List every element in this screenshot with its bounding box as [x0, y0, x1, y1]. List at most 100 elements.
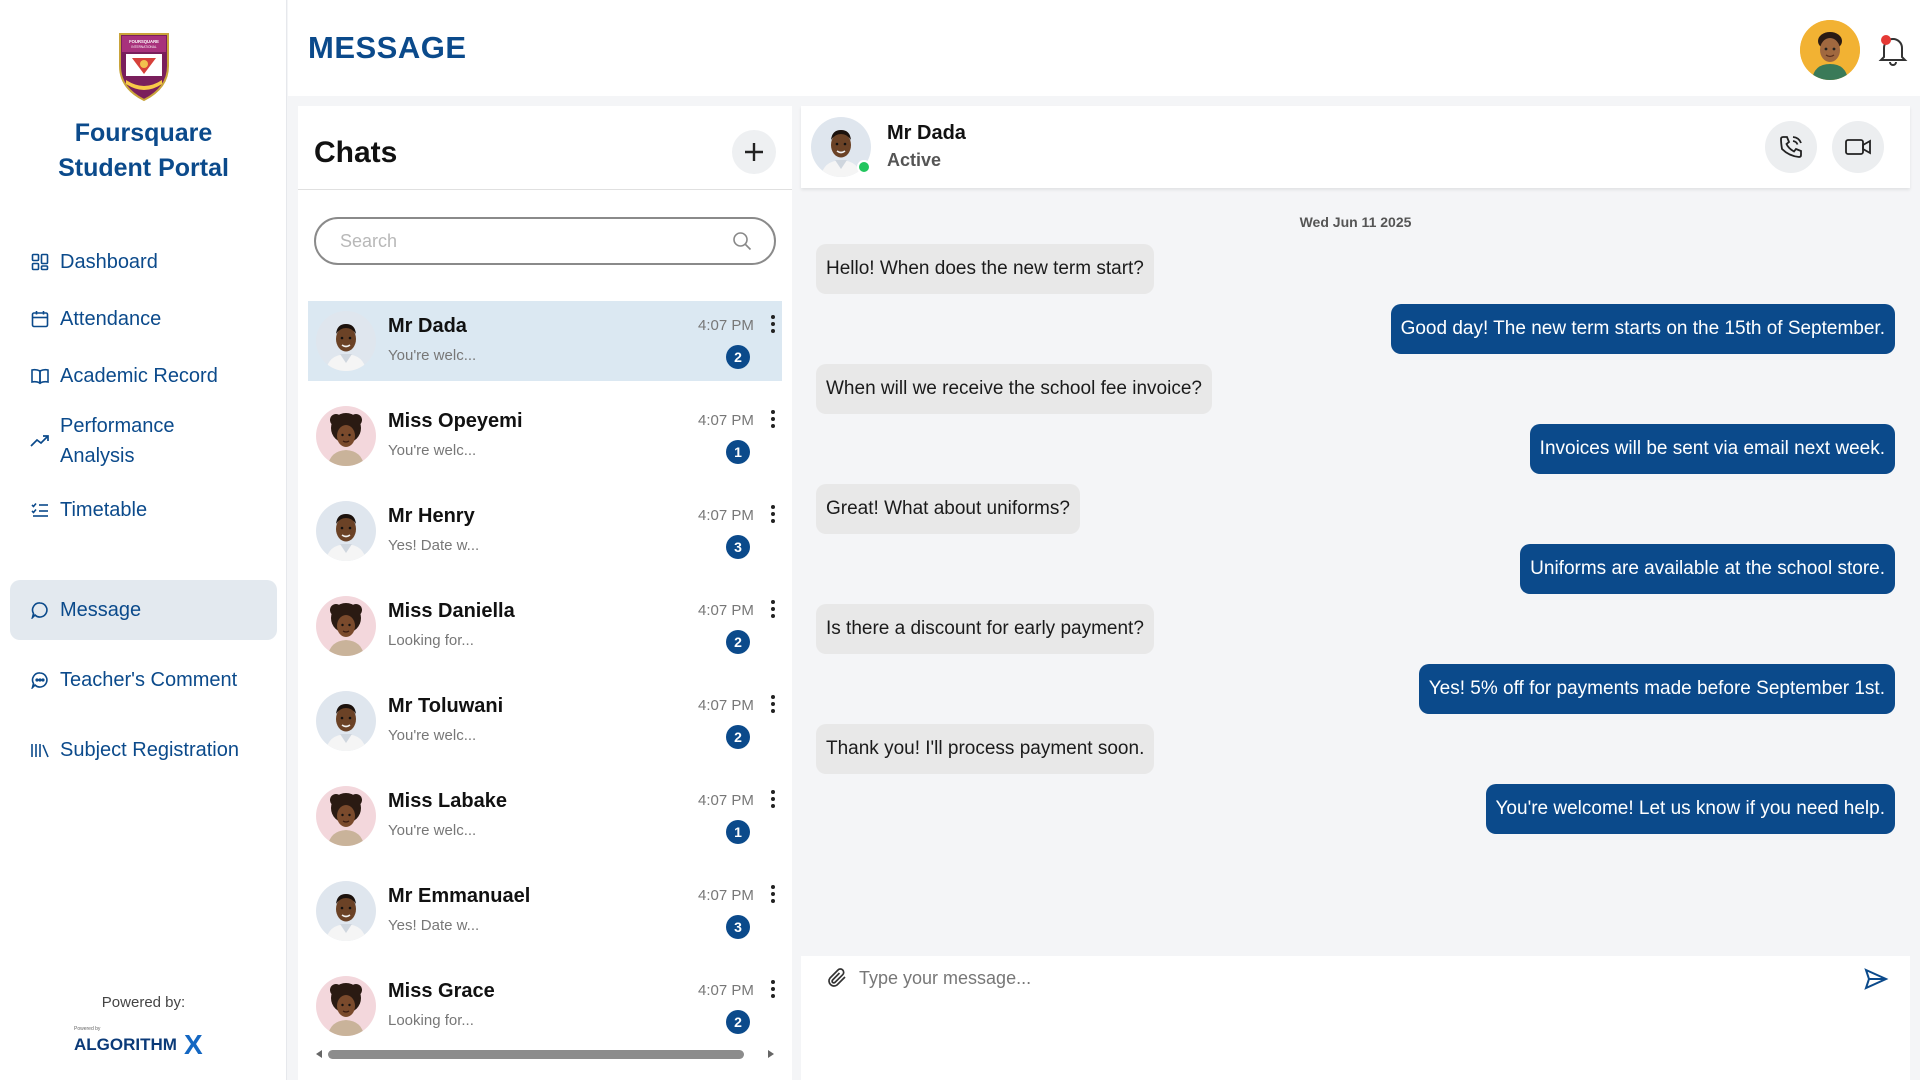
library-icon [30, 740, 50, 760]
chat-list-item[interactable]: Mr Dada You're welc... 4:07 PM 2 [308, 301, 782, 381]
sidebar-item-teachers-comment[interactable]: Teacher's Comment [10, 650, 277, 710]
chat-preview: You're welc... [388, 822, 477, 839]
chat-list-item[interactable]: Miss Daniella Looking for... 4:07 PM 2 [308, 586, 782, 666]
more-vertical-icon[interactable] [768, 408, 778, 430]
sidebar-item-label: Performance Analysis [60, 411, 175, 471]
more-vertical-icon[interactable] [768, 598, 778, 620]
book-open-icon [30, 366, 50, 386]
phone-call-icon [1780, 136, 1802, 158]
sidebar-item-message[interactable]: Message [10, 580, 277, 640]
message-incoming: When will we receive the school fee invo… [816, 364, 1212, 414]
message-incoming: Thank you! I'll process payment soon. [816, 724, 1155, 774]
unread-badge: 2 [726, 345, 750, 369]
unread-badge: 2 [726, 725, 750, 749]
unread-badge: 2 [726, 1010, 750, 1034]
chat-time: 4:07 PM [698, 602, 754, 619]
school-crest-logo: FOURSQUARE INTERNATIONAL [119, 33, 169, 102]
send-icon[interactable] [1863, 966, 1889, 992]
scroll-left-arrow-icon[interactable] [314, 1049, 324, 1059]
unread-badge: 1 [726, 820, 750, 844]
chat-contact-name: Miss Labake [388, 790, 507, 812]
search-icon[interactable] [732, 231, 752, 251]
user-avatar[interactable] [1800, 20, 1860, 80]
message-outgoing: Good day! The new term starts on the 15t… [1390, 304, 1895, 354]
comment-dots-icon [30, 670, 50, 690]
message-outgoing: Uniforms are available at the school sto… [1520, 544, 1895, 594]
chat-preview: You're welc... [388, 442, 477, 459]
more-vertical-icon[interactable] [768, 788, 778, 810]
video-camera-icon [1845, 139, 1871, 155]
online-status-dot [857, 160, 871, 174]
chat-contact-name: Mr Henry [388, 505, 475, 527]
more-vertical-icon[interactable] [768, 883, 778, 905]
chat-time: 4:07 PM [698, 507, 754, 524]
chats-panel: Chats Mr Dada You're welc... 4:07 PM 2 M… [298, 106, 792, 1080]
chat-time: 4:07 PM [698, 792, 754, 809]
more-vertical-icon[interactable] [768, 693, 778, 715]
chat-contact-name: Miss Opeyemi [388, 410, 523, 432]
powered-by-label: Powered by: [101, 994, 186, 1011]
chat-list-item[interactable]: Mr Emmanuael Yes! Date w... 4:07 PM 3 [308, 871, 782, 951]
avatar [316, 501, 376, 561]
message-input[interactable] [859, 962, 1819, 994]
sidebar-item-label-line1: Performance [60, 415, 175, 437]
video-call-button[interactable] [1832, 121, 1884, 173]
sidebar: FOURSQUARE INTERNATIONAL Foursquare Stud… [0, 0, 287, 1080]
chat-preview: Yes! Date w... [388, 537, 480, 554]
more-vertical-icon[interactable] [768, 503, 778, 525]
avatar [316, 786, 376, 846]
chat-list-item[interactable]: Mr Henry Yes! Date w... 4:07 PM 3 [308, 491, 782, 571]
chat-list-item[interactable]: Miss Grace Looking for... 4:07 PM 2 [308, 966, 782, 1046]
chat-contact-name: Mr Emmanuael [388, 885, 531, 907]
algorithmx-logo: Powered by ALGORITHM X [74, 1026, 203, 1058]
message-incoming: Great! What about uniforms? [816, 484, 1080, 534]
sidebar-item-attendance[interactable]: Attendance [10, 289, 277, 349]
conversation-header: Mr Dada Active [801, 106, 1910, 188]
avatar [316, 691, 376, 751]
message-outgoing: Invoices will be sent via email next wee… [1529, 424, 1895, 474]
more-vertical-icon[interactable] [768, 313, 778, 335]
chat-list-item[interactable]: Mr Toluwani You're welc... 4:07 PM 2 [308, 681, 782, 761]
unread-badge: 1 [726, 440, 750, 464]
sidebar-item-label: Message [60, 599, 142, 621]
grid-icon [30, 252, 50, 272]
top-header: MESSAGE [288, 0, 1920, 96]
voice-call-button[interactable] [1765, 121, 1817, 173]
search-box [314, 217, 776, 265]
chat-preview: You're welc... [388, 727, 477, 744]
trending-up-icon [30, 431, 50, 451]
chat-contact-name: Miss Grace [388, 980, 495, 1002]
sidebar-item-dashboard[interactable]: Dashboard [10, 232, 277, 292]
sidebar-item-timetable[interactable]: Timetable [10, 480, 277, 540]
svg-text:Powered by: Powered by [74, 1026, 101, 1032]
search-input[interactable] [340, 230, 732, 252]
chat-list-item[interactable]: Miss Labake You're welc... 4:07 PM 1 [308, 776, 782, 856]
unread-badge: 2 [726, 630, 750, 654]
scroll-right-arrow-icon[interactable] [766, 1049, 776, 1059]
svg-text:ALGORITHM: ALGORITHM [74, 1035, 177, 1054]
sidebar-item-label: Subject Registration [60, 739, 239, 761]
new-chat-button[interactable] [732, 130, 776, 174]
sidebar-item-label: Attendance [60, 308, 162, 330]
sidebar-item-label-line2: Analysis [60, 445, 135, 467]
chats-header: Chats [298, 106, 792, 190]
chat-preview: Looking for... [388, 632, 474, 649]
chat-time: 4:07 PM [698, 412, 754, 429]
paperclip-icon[interactable] [825, 966, 849, 990]
list-check-icon [30, 500, 50, 520]
chat-list-item[interactable]: Miss Opeyemi You're welc... 4:07 PM 1 [308, 396, 782, 476]
portal-title-line1: Foursquare [74, 119, 213, 147]
horizontal-scrollbar[interactable] [314, 1048, 776, 1060]
sidebar-item-academic-record[interactable]: Academic Record [10, 346, 277, 406]
more-vertical-icon[interactable] [768, 978, 778, 1000]
sidebar-item-performance-analysis[interactable]: Performance Analysis [10, 403, 277, 479]
chat-time: 4:07 PM [698, 317, 754, 334]
chat-bubble-icon [30, 600, 50, 620]
scrollbar-thumb[interactable] [328, 1050, 744, 1059]
unread-badge: 3 [726, 535, 750, 559]
sidebar-item-label: Academic Record [60, 365, 218, 387]
sidebar-item-subject-registration[interactable]: Subject Registration [10, 720, 277, 780]
sidebar-item-label: Dashboard [60, 251, 158, 273]
portal-title: Foursquare Student Portal [0, 116, 287, 186]
portal-title-line2: Student Portal [58, 154, 229, 182]
